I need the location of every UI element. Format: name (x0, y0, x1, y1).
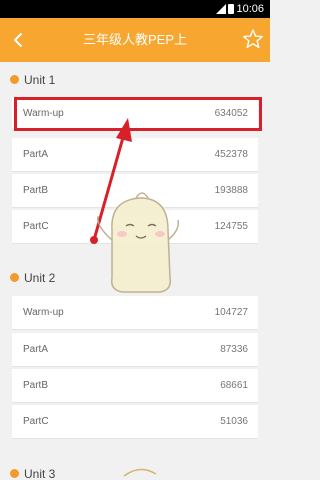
unit-label: Unit 1 (24, 73, 56, 87)
item-name: PartB (23, 185, 49, 196)
list-item[interactable]: Warm-up 104727 (12, 296, 258, 330)
status-time: 10:06 (236, 3, 264, 15)
unit-label: Unit 2 (24, 271, 56, 285)
signal-icon (216, 4, 226, 14)
item-count: 51036 (220, 416, 248, 427)
list-item[interactable]: PartB 68661 (12, 369, 258, 403)
bullet-dot-icon (10, 273, 19, 282)
item-count: 87336 (220, 344, 248, 355)
item-name: PartC (23, 221, 49, 232)
decoration-icon (123, 468, 157, 477)
unit-header: Unit 1 (0, 66, 270, 94)
item-count: 68661 (220, 380, 248, 391)
item-name: Warm-up (23, 307, 64, 318)
item-name: PartB (23, 380, 49, 391)
unit-label: Unit 3 (24, 467, 56, 480)
item-name: Warm-up (23, 108, 64, 119)
item-name: PartA (23, 344, 49, 355)
star-icon[interactable] (242, 28, 264, 50)
mascot-icon (97, 192, 180, 293)
bullet-dot-icon (10, 75, 19, 84)
item-count: 124755 (214, 221, 248, 232)
battery-icon (228, 4, 234, 14)
item-count: 104727 (214, 307, 248, 318)
item-count: 634052 (214, 108, 248, 119)
list-item[interactable]: PartA 87336 (12, 333, 258, 367)
item-name: PartA (23, 149, 49, 160)
list-item[interactable]: PartC 51036 (12, 405, 258, 439)
back-icon[interactable] (6, 26, 30, 54)
item-name: PartC (23, 416, 49, 427)
item-count: 193888 (214, 185, 248, 196)
app-header: 三年级人教PEP上 (0, 18, 270, 62)
page-title: 三年级人教PEP上 (82, 32, 187, 47)
status-bar: 10:06 (0, 0, 270, 18)
bullet-dot-icon (10, 469, 19, 478)
item-count: 452378 (214, 149, 248, 160)
